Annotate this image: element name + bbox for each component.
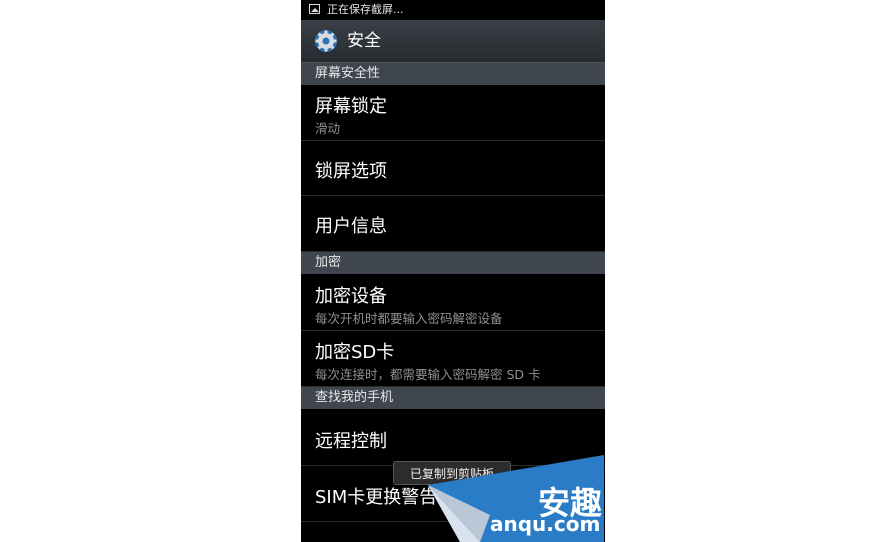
screen-lock-title: 屏幕锁定 — [315, 96, 387, 117]
lock-screen-options-item[interactable]: 锁屏选项 — [301, 141, 605, 196]
section-header-find-my-phone: 查找我的手机 — [301, 387, 605, 409]
title-bar: 安全 — [301, 20, 605, 63]
encrypt-device-title: 加密设备 — [315, 286, 387, 307]
section-header-screen-security: 屏幕安全性 — [301, 63, 605, 85]
encrypt-sd-card-title: 加密SD卡 — [315, 342, 395, 363]
user-info-item[interactable]: 用户信息 — [301, 196, 605, 252]
encrypt-sd-card-subtitle: 每次连接时，都需要输入密码解密 SD 卡 — [315, 367, 541, 382]
screen-lock-subtitle: 滑动 — [315, 121, 341, 136]
lock-screen-options-title: 锁屏选项 — [315, 161, 387, 182]
status-bar: 正在保存截屏... — [301, 0, 605, 20]
encrypt-device-subtitle: 每次开机时都要输入密码解密设备 — [315, 311, 503, 326]
status-text: 正在保存截屏... — [327, 3, 404, 16]
image-icon — [309, 4, 320, 14]
page-title: 安全 — [347, 31, 381, 51]
user-info-title: 用户信息 — [315, 216, 387, 237]
remote-control-title: 远程控制 — [315, 431, 387, 452]
gear-icon — [315, 30, 337, 52]
screen-lock-item[interactable]: 屏幕锁定 滑动 — [301, 85, 605, 141]
watermark-domain-text: anqu.com — [490, 512, 601, 536]
section-header-encryption: 加密 — [301, 252, 605, 274]
sim-change-alert-title: SIM卡更换警告 — [315, 487, 438, 508]
encrypt-device-item[interactable]: 加密设备 每次开机时都要输入密码解密设备 — [301, 275, 605, 331]
encrypt-sd-card-item[interactable]: 加密SD卡 每次连接时，都需要输入密码解密 SD 卡 — [301, 331, 605, 387]
